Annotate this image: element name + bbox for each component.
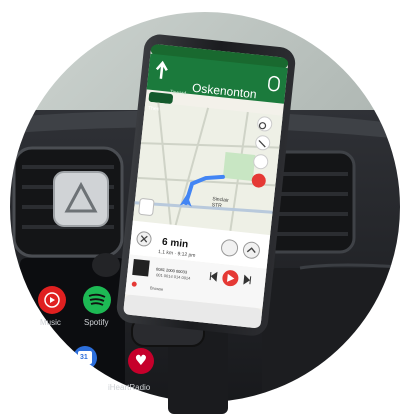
- then-label: Then: [147, 105, 160, 113]
- lower-dash-panel: [262, 268, 401, 403]
- iheartradio-icon: ♥: [128, 348, 154, 374]
- park-area: [222, 151, 256, 181]
- hazard-button: [53, 171, 109, 227]
- calendar-day: 31: [80, 354, 88, 361]
- mount-left-arm: [92, 253, 120, 277]
- album-art: [132, 258, 150, 277]
- music-app-label: Music: [40, 318, 61, 327]
- spotify-icon: [83, 286, 111, 314]
- recenter-button[interactable]: [138, 198, 155, 216]
- iheart-label: iHeartRadio: [108, 383, 151, 392]
- road-label: Sinclair STR: [211, 196, 229, 210]
- photo-scene: [8, 10, 402, 414]
- left-air-vent: [12, 146, 124, 258]
- spotify-label: Spotify: [84, 318, 109, 327]
- youtube-music-icon: [38, 286, 66, 314]
